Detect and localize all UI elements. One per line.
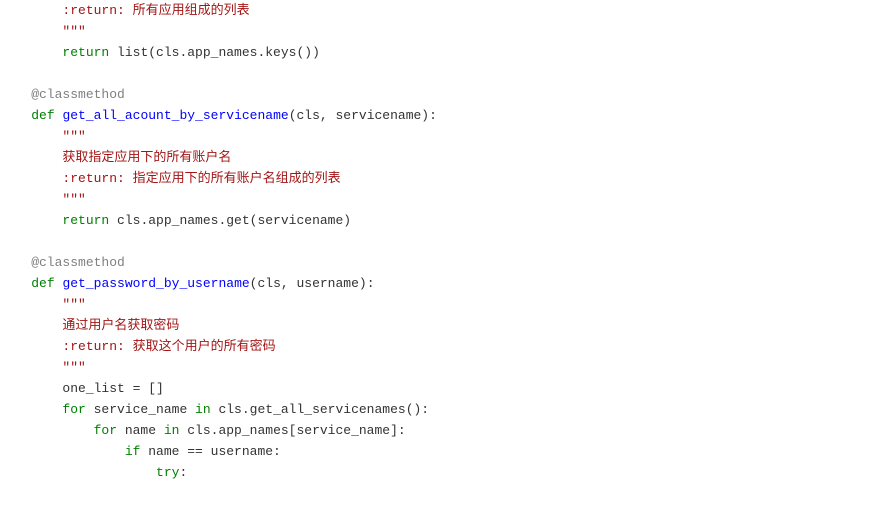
keyword-return: return <box>62 213 109 228</box>
docstring-line: """ <box>0 297 86 312</box>
function-name: get_password_by_username <box>62 276 249 291</box>
docstring-line: 获取指定应用下的所有账户名 <box>0 150 231 165</box>
code-line: for service_name in cls.get_all_servicen… <box>0 402 429 417</box>
code-line: for name in cls.app_names[service_name]: <box>0 423 406 438</box>
keyword-return: return <box>62 45 109 60</box>
decorator-line: @classmethod <box>0 255 125 270</box>
code-line: one_list = [] <box>0 381 164 396</box>
keyword-in: in <box>195 402 211 417</box>
keyword-for: for <box>94 423 117 438</box>
decorator-line: @classmethod <box>0 87 125 102</box>
code-line: if name == username: <box>0 444 281 459</box>
docstring-line: """ <box>0 192 86 207</box>
docstring-line: """ <box>0 129 86 144</box>
def-line: def get_password_by_username(cls, userna… <box>0 276 375 291</box>
code-line: return cls.app_names.get(servicename) <box>0 213 351 228</box>
code-block: :return: 所有应用组成的列表 """ return list(cls.a… <box>0 0 895 483</box>
keyword-in: in <box>164 423 180 438</box>
keyword-def: def <box>31 108 54 123</box>
keyword-if: if <box>125 444 141 459</box>
keyword-try: try <box>156 465 179 480</box>
docstring-line: :return: 所有应用组成的列表 <box>0 3 250 18</box>
docstring-line: :return: 获取这个用户的所有密码 <box>0 339 276 354</box>
keyword-def: def <box>31 276 54 291</box>
code-line: return list(cls.app_names.keys()) <box>0 45 320 60</box>
keyword-for: for <box>62 402 85 417</box>
docstring-line: :return: 指定应用下的所有账户名组成的列表 <box>0 171 341 186</box>
function-name: get_all_acount_by_servicename <box>62 108 288 123</box>
code-line: try: <box>0 465 187 480</box>
def-line: def get_all_acount_by_servicename(cls, s… <box>0 108 437 123</box>
docstring-line: """ <box>0 24 86 39</box>
docstring-line: 通过用户名获取密码 <box>0 318 179 333</box>
docstring-line: """ <box>0 360 86 375</box>
